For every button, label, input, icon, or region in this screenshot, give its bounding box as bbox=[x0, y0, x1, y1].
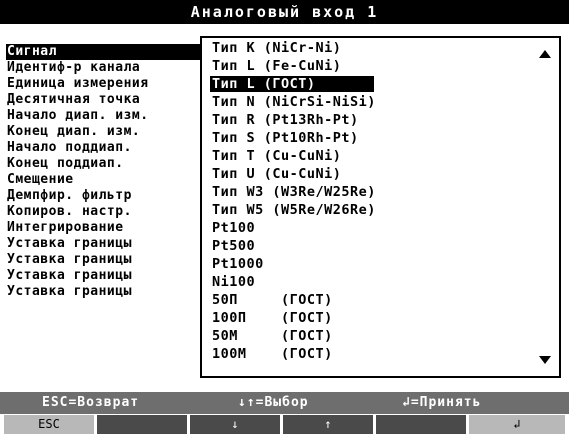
menu-item-limit-setpoint-2[interactable]: Уставка границы bbox=[6, 252, 226, 268]
menu-item-limit-setpoint-4[interactable]: Уставка границы bbox=[6, 284, 226, 300]
signal-type-dropdown[interactable]: Тип K (NiCr-Ni) Тип L (Fe-CuNi) Тип L (Г… bbox=[200, 36, 561, 378]
option-type-t[interactable]: Тип T (Cu-CuNi) bbox=[210, 148, 343, 164]
menu-item-integration[interactable]: Интегрирование bbox=[6, 220, 226, 236]
softkey-bar: ESC ↓ ↑ ↲ bbox=[0, 414, 569, 434]
option-type-u[interactable]: Тип U (Cu-CuNi) bbox=[210, 166, 343, 182]
softkey-esc[interactable]: ESC bbox=[4, 415, 94, 434]
menu-item-range-start[interactable]: Начало диап. изм. bbox=[6, 108, 226, 124]
status-esc-hint: ESC=Возврат bbox=[42, 395, 140, 410]
menu-item-limit-setpoint-3[interactable]: Уставка границы bbox=[6, 268, 226, 284]
menu-item-subrange-end[interactable]: Конец поддиап. bbox=[6, 156, 226, 172]
option-type-r[interactable]: Тип R (Pt13Rh-Pt) bbox=[210, 112, 361, 128]
menu-item-damping-filter[interactable]: Демпфир. фильтр bbox=[6, 188, 226, 204]
option-50m-gost[interactable]: 50М (ГОСТ) bbox=[210, 328, 335, 344]
softkey-up[interactable]: ↑ bbox=[283, 415, 373, 434]
scroll-up-arrow-icon[interactable] bbox=[539, 50, 551, 58]
softkey-accept[interactable]: ↲ bbox=[469, 415, 565, 434]
option-type-s[interactable]: Тип S (Pt10Rh-Pt) bbox=[210, 130, 361, 146]
menu-item-offset[interactable]: Смещение bbox=[6, 172, 226, 188]
status-accept-hint: ↲=Принять bbox=[402, 395, 482, 410]
menu-item-decimal-point[interactable]: Десятичная точка bbox=[6, 92, 226, 108]
softkey-down[interactable]: ↓ bbox=[190, 415, 280, 434]
window-title: Аналоговый вход 1 bbox=[0, 0, 569, 24]
menu-item-subrange-start[interactable]: Начало поддиап. bbox=[6, 140, 226, 156]
option-pt1000[interactable]: Pt1000 bbox=[210, 256, 266, 272]
parameter-menu: Сигнал Идентиф-р канала Единица измерени… bbox=[6, 44, 226, 300]
option-pt100[interactable]: Pt100 bbox=[210, 220, 257, 236]
scroll-down-arrow-icon[interactable] bbox=[539, 356, 551, 364]
menu-item-copy-settings[interactable]: Копиров. настр. bbox=[6, 204, 226, 220]
menu-item-unit[interactable]: Единица измерения bbox=[6, 76, 226, 92]
status-bar: ESC=Возврат ↓↑=Выбор ↲=Принять bbox=[0, 392, 569, 414]
option-100p-gost[interactable]: 100П (ГОСТ) bbox=[210, 310, 335, 326]
option-pt500[interactable]: Pt500 bbox=[210, 238, 257, 254]
option-type-n[interactable]: Тип N (NiCrSi-NiSi) bbox=[210, 94, 378, 110]
softkey-2[interactable] bbox=[97, 415, 187, 434]
option-type-l[interactable]: Тип L (Fe-CuNi) bbox=[210, 58, 343, 74]
menu-item-range-end[interactable]: Конец диап. изм. bbox=[6, 124, 226, 140]
softkey-5[interactable] bbox=[376, 415, 466, 434]
menu-item-limit-setpoint-1[interactable]: Уставка границы bbox=[6, 236, 226, 252]
status-select-hint: ↓↑=Выбор bbox=[238, 395, 309, 410]
option-type-w3[interactable]: Тип W3 (W3Re/W25Re) bbox=[210, 184, 378, 200]
option-type-l-gost[interactable]: Тип L (ГОСТ) bbox=[210, 76, 374, 92]
option-100m-gost[interactable]: 100М (ГОСТ) bbox=[210, 346, 335, 362]
option-50p-gost[interactable]: 50П (ГОСТ) bbox=[210, 292, 335, 308]
menu-item-signal[interactable]: Сигнал bbox=[6, 44, 226, 60]
option-ni100[interactable]: Ni100 bbox=[210, 274, 257, 290]
option-type-k[interactable]: Тип K (NiCr-Ni) bbox=[210, 40, 343, 56]
option-type-w5[interactable]: Тип W5 (W5Re/W26Re) bbox=[210, 202, 378, 218]
menu-item-channel-id[interactable]: Идентиф-р канала bbox=[6, 60, 226, 76]
